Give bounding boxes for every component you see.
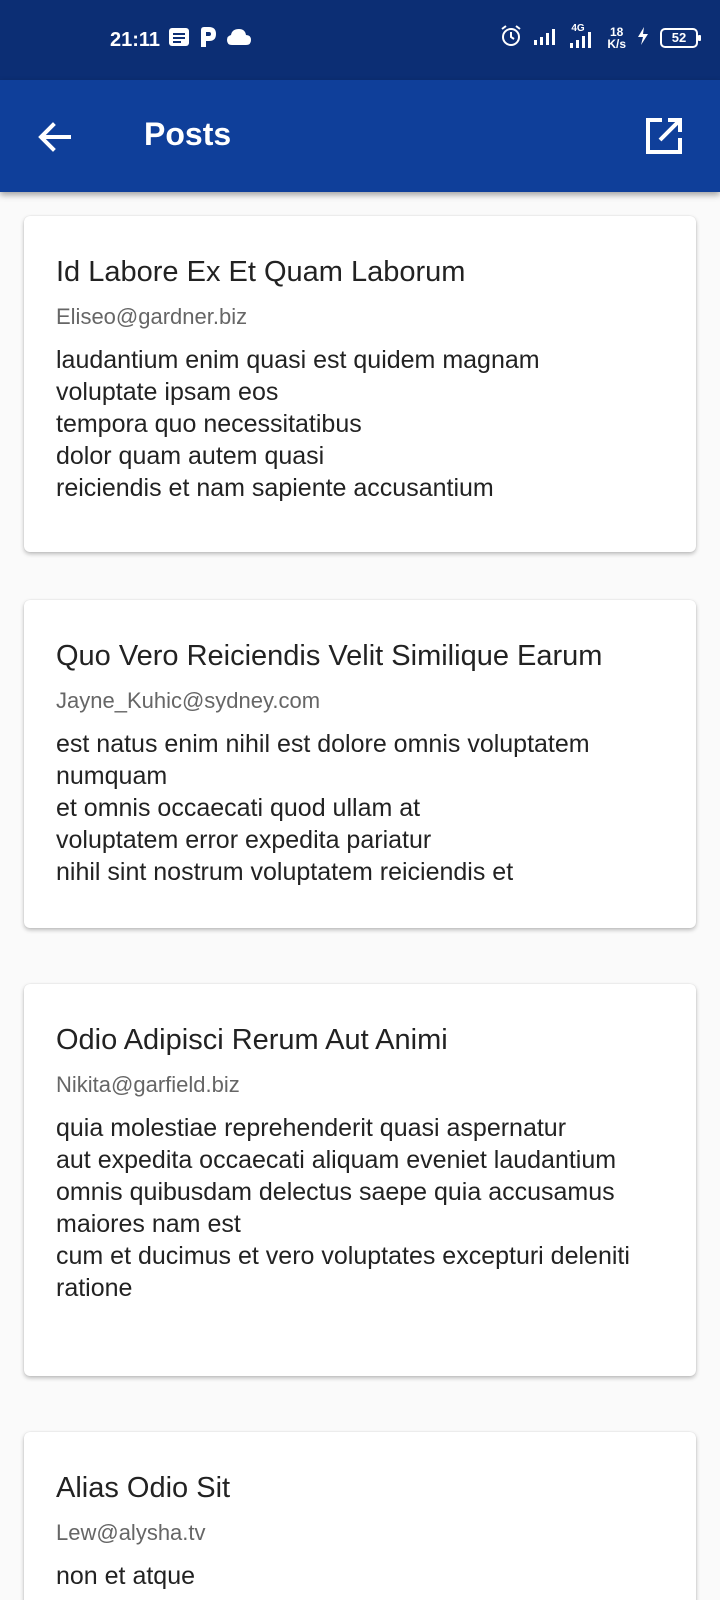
signal-icon [533, 26, 559, 49]
post-title: Alias Odio Sit [56, 1472, 231, 1504]
network-speed: 18 K/s [607, 26, 626, 50]
back-button[interactable] [34, 116, 76, 158]
battery-level: 52 [671, 30, 687, 45]
post-title: Quo Vero Reiciendis Velit Similique Earu… [56, 640, 603, 672]
notification-icon [168, 27, 190, 53]
post-body: quia molestiae reprehenderit quasi asper… [56, 1114, 630, 1302]
post-card[interactable]: Id Labore Ex Et Quam Laborum Eliseo@gard… [24, 216, 696, 552]
alarm-icon [499, 24, 523, 51]
parking-app-icon [198, 26, 218, 54]
battery-indicator: 52 [660, 27, 701, 48]
status-left: 21:11 [110, 26, 252, 54]
post-card[interactable]: Quo Vero Reiciendis Velit Similique Earu… [24, 600, 696, 928]
post-email: Eliseo@gardner.biz [56, 304, 248, 329]
app-bar: Posts [0, 80, 720, 192]
cloud-icon [226, 28, 252, 52]
status-time: 21:11 [110, 28, 161, 51]
post-email: Lew@alysha.tv [56, 1520, 206, 1545]
post-email: Jayne_Kuhic@sydney.com [56, 688, 321, 713]
page-title: Posts [144, 116, 232, 152]
post-body: laudantium enim quasi est quidem magnam … [56, 346, 540, 502]
posts-list[interactable]: Id Labore Ex Et Quam Laborum Eliseo@gard… [0, 192, 720, 1600]
arrow-left-icon [38, 122, 71, 152]
post-card[interactable]: Odio Adipisci Rerum Aut Animi Nikita@gar… [24, 984, 696, 1376]
network-speed-value: 18 [609, 24, 624, 39]
status-right: 4G 18 K/s 52 [499, 23, 701, 51]
post-title: Odio Adipisci Rerum Aut Animi [56, 1024, 448, 1056]
post-body: est natus enim nihil est dolore omnis vo… [56, 730, 590, 886]
open-in-new-icon [646, 118, 682, 154]
status-bar: 21:11 4G 18 K/s 52 [0, 0, 720, 80]
post-body: non et atque [56, 1562, 196, 1590]
open-in-new-button[interactable] [642, 114, 686, 158]
signal-4g-icon: 4G [569, 23, 597, 49]
post-card[interactable]: Alias Odio Sit Lew@alysha.tv non et atqu… [24, 1432, 696, 1600]
network-speed-unit: K/s [607, 36, 626, 51]
charging-icon [636, 26, 650, 49]
post-email: Nikita@garfield.biz [56, 1072, 240, 1097]
post-title: Id Labore Ex Et Quam Laborum [56, 256, 466, 288]
